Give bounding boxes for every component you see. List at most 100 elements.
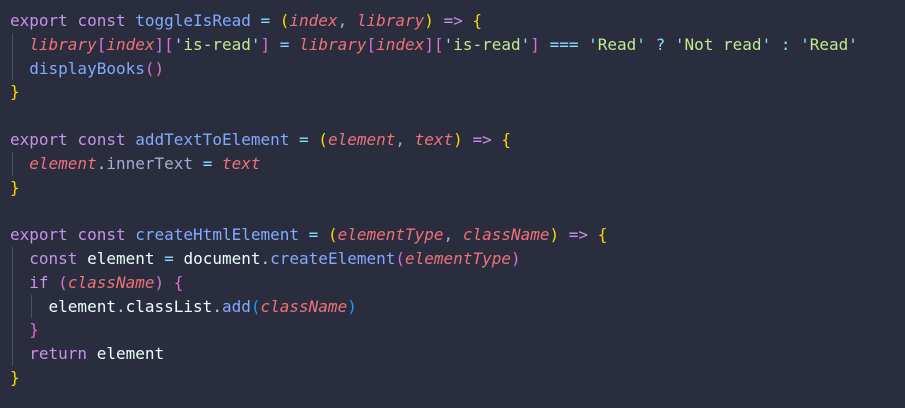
code-token: (: [327, 225, 338, 245]
code-token: ]: [260, 34, 271, 54]
code-token: text: [221, 153, 261, 173]
code-token: =>: [472, 129, 492, 149]
code-token: {: [501, 129, 511, 149]
code-token: addTextToElement: [135, 129, 290, 149]
indent-guide: [12, 151, 13, 176]
code-token: ): [510, 248, 521, 268]
code-token: ': [800, 34, 810, 54]
code-token: =: [279, 34, 290, 54]
code-token: .: [260, 248, 271, 268]
code-token: (: [250, 296, 261, 316]
code-token: ': [848, 34, 858, 54]
code-token: ': [250, 34, 261, 54]
code-token: return: [29, 344, 88, 364]
code-token: =: [299, 129, 309, 149]
code-editor[interactable]: export const toggleIsRead = ( index, libr…: [0, 0, 905, 408]
indent-guide: [12, 294, 13, 319]
code-token: [: [366, 34, 377, 54]
code-token: =>: [443, 11, 463, 30]
code-token: (: [395, 248, 406, 268]
code-token: index: [106, 34, 155, 54]
code-token: ': [636, 34, 646, 54]
code-token: ][: [154, 34, 174, 54]
code-token: const: [77, 225, 126, 245]
code-token: index: [376, 34, 425, 54]
code-token: element: [87, 248, 155, 268]
code-line: const element = document.createElement(e…: [10, 246, 905, 271]
indent-guide: [12, 270, 13, 295]
code-token: element: [96, 344, 165, 364]
code-token: =>: [568, 225, 589, 245]
code-token: ': [443, 34, 454, 54]
code-token: ): [347, 296, 357, 316]
code-token: .: [96, 153, 107, 173]
code-token: }: [10, 82, 20, 102]
code-token: ?: [655, 34, 666, 54]
code-token: text: [414, 129, 454, 149]
indent-guide: [12, 56, 13, 81]
code-line: export const addTextToElement = (element…: [10, 128, 905, 152]
code-token: displayBooks: [29, 58, 145, 78]
indent-guide: [12, 246, 13, 271]
code-area[interactable]: export const toggleIsRead = ( index, libr…: [10, 9, 905, 390]
code-token: =: [260, 11, 271, 30]
code-token: element: [48, 296, 116, 316]
code-token: ): [453, 129, 463, 149]
code-token: const: [29, 248, 78, 268]
code-token: export: [10, 129, 68, 149]
code-token: classList: [125, 296, 213, 316]
code-token: ,: [443, 225, 463, 245]
code-line: element.classList.add(className): [10, 294, 905, 319]
code-token: ][: [424, 34, 444, 54]
code-line: return element: [10, 342, 905, 366]
code-token: ': [674, 34, 685, 54]
code-token: createHtmlElement: [135, 225, 300, 245]
code-token: (): [144, 58, 165, 78]
code-token: ': [520, 34, 531, 54]
code-token: ': [761, 34, 772, 54]
code-token: innerText: [106, 153, 194, 173]
code-token: if: [29, 272, 49, 292]
code-token: (: [318, 129, 328, 149]
code-token: .: [212, 296, 222, 316]
code-token: library: [299, 34, 367, 54]
code-token: =: [308, 225, 319, 245]
code-token: .: [115, 296, 126, 316]
indent-guide: [12, 32, 13, 57]
code-token: ]: [530, 34, 540, 54]
code-token: className: [67, 272, 155, 292]
code-token: elementType: [337, 225, 444, 245]
code-line: if (className) {: [10, 270, 905, 295]
code-token: }: [10, 367, 20, 387]
code-token: Read: [809, 34, 849, 54]
code-token: }: [10, 177, 20, 197]
code-token: {: [173, 272, 184, 292]
code-token: toggleIsRead: [135, 11, 251, 30]
indent-guide: [31, 294, 33, 319]
code-token: Read: [597, 34, 637, 54]
code-token: =: [202, 153, 213, 173]
code-token: ': [588, 34, 598, 54]
code-token: const: [77, 129, 126, 149]
